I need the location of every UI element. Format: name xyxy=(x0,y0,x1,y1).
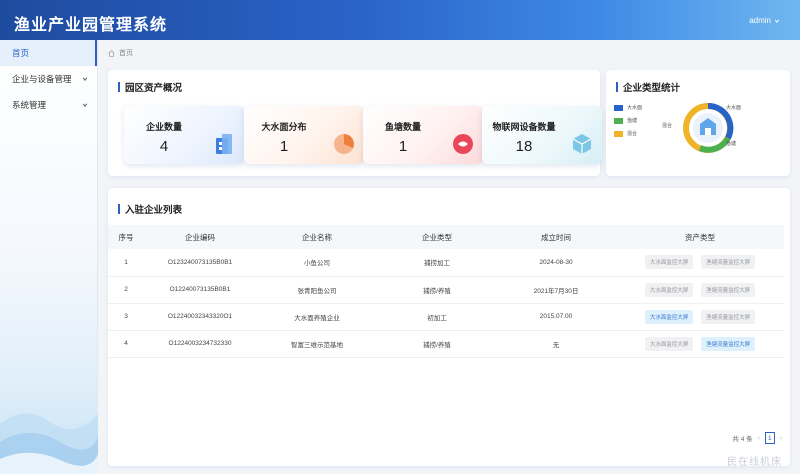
sidebar-item-label: 企业与设备管理 xyxy=(12,74,72,84)
next-page-icon[interactable]: › xyxy=(780,435,782,442)
stat-value: 1 xyxy=(398,138,408,155)
sidebar-item-label: 系统管理 xyxy=(12,100,47,110)
wave-decoration xyxy=(0,413,98,474)
cell-type: 捕捞/养殖 xyxy=(378,276,496,304)
stat-label: 物联网设备数量 xyxy=(492,122,556,132)
building-icon xyxy=(216,134,232,154)
col-header: 企业名称 xyxy=(256,225,378,249)
enterprise-list-title: 入驻企业列表 xyxy=(118,202,182,216)
table-row[interactable]: 1 O123240073135B0B1 小鱼公司 捕捞加工 2024-08-30… xyxy=(108,249,784,277)
donut-label-left: 混合 xyxy=(662,123,673,129)
stat-label: 企业数量 xyxy=(145,122,182,132)
stat-value: 18 xyxy=(515,138,533,155)
cube-icon xyxy=(572,134,592,154)
home-icon xyxy=(108,49,115,57)
pie-icon xyxy=(334,134,354,154)
app-title: 渔业产业园管理系统 xyxy=(14,17,168,34)
col-header: 企业编码 xyxy=(144,225,256,249)
cell-no: 1 xyxy=(108,249,144,277)
donut-label-top: 大水面 xyxy=(726,105,742,111)
watermark: 民在线机床 xyxy=(727,457,782,468)
sidebar-item-enterprise-device[interactable]: 企业与设备管理 xyxy=(0,66,97,92)
asset-tag-water-screen[interactable]: 大水面监控大屏 xyxy=(644,282,694,297)
col-header: 序号 xyxy=(108,225,144,249)
pond-icon xyxy=(453,134,473,154)
type-stats-title: 企业类型统计 xyxy=(616,80,680,94)
cell-type: 初加工 xyxy=(378,303,496,331)
cell-date: 无 xyxy=(496,330,616,358)
cell-name: 智富三维示范基地 xyxy=(256,330,378,358)
cell-no: 3 xyxy=(108,303,144,331)
enterprise-table: 序号 企业编码 企业名称 企业类型 成立时间 资产类型 1 O123240073… xyxy=(108,225,784,358)
cell-assets: 大水面监控大屏 渔塘流量监控大屏 xyxy=(616,276,784,304)
cell-type: 捕捞/养殖 xyxy=(378,330,496,358)
cell-no: 4 xyxy=(108,330,144,358)
cell-name: 大水面养殖企业 xyxy=(256,303,378,331)
stat-card-enterprise[interactable]: 企业数量 4 xyxy=(124,106,244,164)
pagination: 共 4 条 ‹ 1 › xyxy=(732,432,782,444)
stat-value: 4 xyxy=(159,138,169,155)
legend-item: 大水面 xyxy=(614,104,642,111)
user-menu[interactable]: admin xyxy=(749,16,780,25)
sidebar-item-system[interactable]: 系统管理 xyxy=(0,92,97,118)
asset-tag-pond-screen[interactable]: 渔塘流量监控大屏 xyxy=(701,255,756,270)
cell-assets: 大水面监控大屏 渔塘流量监控大屏 xyxy=(616,249,784,277)
legend-item: 渔塘 xyxy=(614,117,637,124)
breadcrumb: 首页 xyxy=(108,48,133,58)
cell-name: 小鱼公司 xyxy=(256,249,378,277)
cell-code: O1224003234732330 xyxy=(144,330,256,358)
stat-card-iot[interactable]: 物联网设备数量 18 xyxy=(482,106,602,164)
legend-item: 混合 xyxy=(614,130,637,137)
col-header: 成立时间 xyxy=(496,225,616,249)
cell-assets: 大水面监控大屏 渔塘流量监控大屏 xyxy=(616,330,784,358)
table-row[interactable]: 3 O12240032343320O1 大水面养殖企业 初加工 2015.07.… xyxy=(108,303,784,331)
chevron-down-icon xyxy=(82,103,88,107)
sidebar-item-label: 首页 xyxy=(12,48,30,58)
asset-tag-pond-screen[interactable]: 渔塘流量监控大屏 xyxy=(701,282,756,297)
sidebar-item-home[interactable]: 首页 xyxy=(0,40,97,66)
asset-tag-water-screen[interactable]: 大水面监控大屏 xyxy=(644,255,694,270)
asset-tag-water-screen[interactable]: 大水面监控大屏 xyxy=(644,336,694,351)
table-row[interactable]: 4 O1224003234732330 智富三维示范基地 捕捞/养殖 无 大水面… xyxy=(108,330,784,358)
asset-tag-water-screen[interactable]: 大水面监控大屏 xyxy=(644,309,694,324)
stat-label: 鱼塘数量 xyxy=(384,122,421,132)
pager-total: 共 4 条 xyxy=(732,436,753,443)
stat-card-water[interactable]: 大水面分布 1 xyxy=(244,106,364,164)
stat-value: 1 xyxy=(279,138,289,155)
stat-label: 大水面分布 xyxy=(261,122,307,132)
prev-page-icon[interactable]: ‹ xyxy=(758,435,760,442)
asset-tag-pond-screen[interactable]: 渔塘流量监控大屏 xyxy=(701,336,756,351)
cell-type: 捕捞加工 xyxy=(378,249,496,277)
cell-name: 张青阳鱼公司 xyxy=(256,276,378,304)
cell-code: O12240073135B0B1 xyxy=(144,276,256,304)
cell-code: O123240073135B0B1 xyxy=(144,249,256,277)
cell-assets: 大水面监控大屏 渔塘流量监控大屏 xyxy=(616,303,784,331)
sidebar: 首页 企业与设备管理 系统管理 xyxy=(0,40,98,474)
type-stats-card: 企业类型统计 大水面 渔塘 混合 大水面 混合 渔塘 xyxy=(606,70,790,176)
page-button[interactable]: 1 xyxy=(764,432,775,444)
table-row[interactable]: 2 O12240073135B0B1 张青阳鱼公司 捕捞/养殖 2021年7月3… xyxy=(108,276,784,304)
stat-card-pond[interactable]: 鱼塘数量 1 xyxy=(363,106,483,164)
cell-date: 2021年7月30日 xyxy=(496,276,616,304)
breadcrumb-item[interactable]: 首页 xyxy=(119,48,133,58)
chevron-down-icon xyxy=(82,77,88,81)
username: admin xyxy=(749,16,771,25)
cell-date: 2015.07.00 xyxy=(496,303,616,331)
app-header: 渔业产业园管理系统 admin xyxy=(0,0,800,40)
table-header-row: 序号 企业编码 企业名称 企业类型 成立时间 资产类型 xyxy=(108,225,784,249)
overview-title: 园区资产概况 xyxy=(118,80,182,94)
donut-label-bottom: 渔塘 xyxy=(726,141,737,147)
cell-date: 2024-08-30 xyxy=(496,249,616,277)
asset-tag-pond-screen[interactable]: 渔塘流量监控大屏 xyxy=(701,309,756,324)
cell-no: 2 xyxy=(108,276,144,304)
chevron-down-icon xyxy=(774,19,780,23)
col-header: 资产类型 xyxy=(616,225,784,249)
col-header: 企业类型 xyxy=(378,225,496,249)
cell-code: O12240032343320O1 xyxy=(144,303,256,331)
